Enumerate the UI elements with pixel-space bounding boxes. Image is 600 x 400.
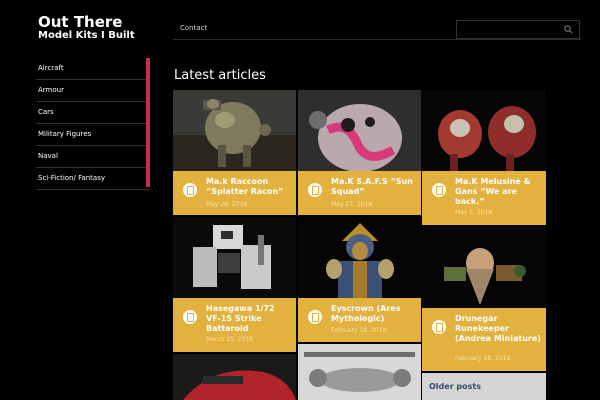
article-title[interactable]: Drunegar Runekeeper (Andrea Miniature) [455,314,542,344]
sidebar-item-label: Aircraft [38,64,64,72]
sidebar-item-military-figures[interactable]: Military Figures [36,124,150,146]
sidebar-item-label: Naval [38,152,58,160]
nav-link-contact[interactable]: Contact [180,24,207,32]
article-title[interactable]: Ma.K Melusine & Gans “We are back.” [455,177,542,207]
sidebar-item-sci-fiction-fantasy[interactable]: Sci-Fiction/ Fantasy [36,168,150,190]
article-thumbnail[interactable] [422,90,546,171]
article-thumbnail[interactable] [298,344,421,400]
article-format-icon [432,320,446,334]
article-date: May 28, 2018 [206,201,248,208]
sidebar-item-label: Armour [38,86,64,94]
article-card[interactable] [298,344,421,400]
sidebar-item-label: Sci-Fiction/ Fantasy [38,174,105,182]
search-input[interactable] [456,20,580,39]
article-date: May 27, 2018 [331,201,373,208]
category-menu: Aircraft Armour Cars Military Figures Na… [36,58,150,190]
article-thumbnail[interactable] [298,90,421,171]
search-icon[interactable] [564,25,573,34]
article-title[interactable]: Ma.K S.A.F.S “Sun Squad” [331,177,417,197]
sidebar-item-cars[interactable]: Cars [36,102,150,124]
article-caption: Ma.K Melusine & Gans “We are back.” May … [422,171,546,225]
site-title[interactable]: Out There [38,13,122,31]
site-tagline: Model Kits I Built [38,30,135,41]
article-format-icon [432,183,446,197]
latest-articles-heading: Latest articles [174,68,266,83]
article-date: February 18, 2018 [331,327,387,334]
article-thumbnail[interactable] [173,90,296,171]
article-date: March 25, 2018 [206,336,253,343]
article-caption: Hasegawa 1/72 VF-1S Strike Battaroid Mar… [173,298,296,352]
article-thumbnail[interactable] [298,217,421,298]
sidebar-item-armour[interactable]: Armour [36,80,150,102]
article-thumbnail[interactable] [173,217,296,298]
article-thumbnail[interactable] [173,354,296,400]
article-date: February 18, 2018 [455,355,511,362]
article-card[interactable]: Hasegawa 1/72 VF-1S Strike Battaroid Mar… [173,217,296,352]
article-format-icon [308,310,322,324]
sidebar-item-aircraft[interactable]: Aircraft [36,58,150,80]
article-format-icon [308,183,322,197]
article-caption: Drunegar Runekeeper (Andrea Miniature) F… [422,308,546,371]
sidebar-item-label: Cars [38,108,54,116]
article-format-icon [183,183,197,197]
older-posts-button[interactable]: Older posts [422,373,546,400]
article-card[interactable]: Ma.k Raccoon “Splatter Racon” May 28, 20… [173,90,296,215]
article-date: May 5, 2018 [455,209,493,216]
article-caption: Eyscrown (Ares Mythologic) February 18, … [298,298,421,342]
article-title[interactable]: Ma.k Raccoon “Splatter Racon” [206,177,292,197]
article-title[interactable]: Eyscrown (Ares Mythologic) [331,304,417,324]
article-caption: Ma.k Raccoon “Splatter Racon” May 28, 20… [173,171,296,215]
article-format-icon [183,310,197,324]
sidebar-accent-bar [146,58,150,187]
article-caption: Ma.K S.A.F.S “Sun Squad” May 27, 2018 [298,171,421,215]
article-thumbnail[interactable] [422,227,546,308]
older-posts-label: Older posts [429,382,481,391]
sidebar-item-naval[interactable]: Naval [36,146,150,168]
article-card[interactable]: Drunegar Runekeeper (Andrea Miniature) F… [422,227,546,371]
article-card[interactable] [173,354,296,400]
article-card[interactable]: Ma.K Melusine & Gans “We are back.” May … [422,90,546,225]
article-card[interactable]: Eyscrown (Ares Mythologic) February 18, … [298,217,421,342]
sidebar-item-label: Military Figures [38,130,92,138]
article-card[interactable]: Ma.K S.A.F.S “Sun Squad” May 27, 2018 [298,90,421,215]
article-title[interactable]: Hasegawa 1/72 VF-1S Strike Battaroid [206,304,292,334]
